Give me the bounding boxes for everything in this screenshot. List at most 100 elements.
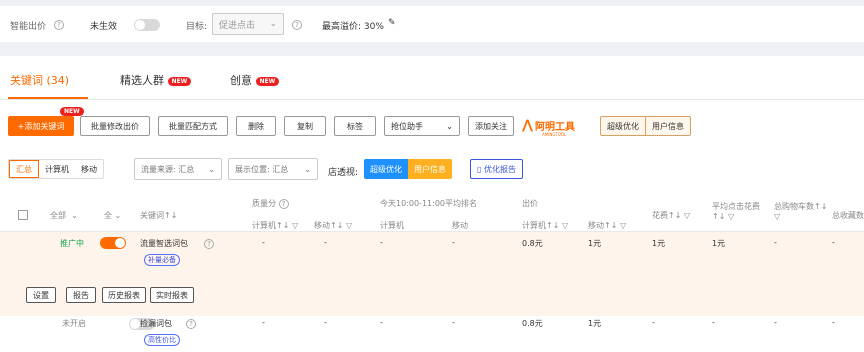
row-rank-mobile: - (452, 318, 455, 327)
row-settings-button[interactable]: 设置 (26, 287, 56, 303)
brand-mark-icon: ⋀ (522, 118, 533, 133)
row-history-report-button[interactable]: 历史报表 (102, 287, 146, 303)
tab-keywords[interactable]: 关键词 (34) (10, 72, 69, 88)
row-tag: 高性价比 (144, 334, 180, 346)
filter-all-label: 全部 (50, 211, 66, 220)
chevron-down-icon: ⌄ (208, 164, 215, 174)
target-label: 目标: (186, 22, 208, 32)
help-icon[interactable]: ? (54, 20, 64, 30)
brand-sub: AMINGTOOL (542, 132, 567, 137)
tag-button[interactable]: 标签 (334, 116, 376, 136)
segment-pc[interactable]: 计算机 (39, 160, 75, 178)
row-toggle[interactable] (100, 237, 126, 249)
help-icon[interactable]: ? (292, 20, 302, 30)
col-keyword[interactable]: 关键词↑↓ (140, 210, 177, 221)
traffic-source-label: 流量来源: 汇总 (141, 164, 195, 174)
tab-creative[interactable]: 创意 NEW (230, 72, 280, 88)
row-rank-pc: - (380, 318, 383, 327)
filter-all-select[interactable]: 全部 ⌄ (50, 210, 78, 221)
perspective-super-button[interactable]: 超级优化 (364, 159, 408, 179)
user-info-button[interactable]: 用户信息 (646, 117, 690, 135)
add-follow-button[interactable]: 添加关注 (468, 116, 514, 136)
col-rank: 今天10:00-11:00平均排名 (380, 199, 477, 208)
row-bid-pc[interactable]: 0.8元 (522, 238, 543, 249)
col-rank-pc: 计算机 (380, 221, 404, 230)
col-avg-cost-label: 平均点击花费 (712, 202, 760, 211)
col-cost[interactable]: 花费↑↓ ▽ (652, 210, 690, 221)
col-fav[interactable]: 总收藏数 (832, 210, 864, 221)
help-icon[interactable]: ? (204, 239, 214, 249)
segment-summary[interactable]: 汇总 (9, 160, 39, 178)
traffic-source-select[interactable]: 流量来源: 汇总 ⌄ (134, 158, 222, 180)
col-avg-cost-label2: ↑↓ (712, 212, 726, 221)
report-icon: ▯ (477, 164, 482, 174)
help-icon[interactable]: ? (278, 199, 289, 209)
batch-bid-button[interactable]: 批量修改出价 (80, 116, 150, 136)
tab-creative-label: 创意 (230, 74, 252, 87)
segment-mobile[interactable]: 移动 (75, 160, 103, 178)
filter-funnel-icon[interactable]: ▽ (684, 211, 690, 220)
add-keyword-button[interactable]: +添加关键词 (8, 116, 74, 136)
active-tab-underline (8, 97, 88, 99)
row-realtime-report-button[interactable]: 实时报表 (150, 287, 194, 303)
not-active-label: 未生效 (90, 22, 118, 32)
row-keyword[interactable]: 捡漏词包 (140, 318, 172, 329)
row-q-pc: - (262, 318, 265, 327)
col-cost-label: 花费↑↓ (652, 211, 682, 220)
delete-button[interactable]: 删除 (236, 116, 276, 136)
row-keyword[interactable]: 流量智选词包 (140, 238, 188, 249)
filter-funnel-icon[interactable]: ▽ (728, 212, 734, 221)
row-cart: - (774, 238, 777, 247)
col-quality-mobile-label: 移动↑↓ (314, 221, 344, 230)
campaign-settings-bar: 智能出价 ? 未生效 目标: 促进点击 ⌄ ? 最高溢价: 30% ✎ (0, 6, 864, 42)
col-quality-mobile[interactable]: 移动↑↓ ▽ (314, 220, 352, 231)
perspective-user-button[interactable]: 用户信息 (408, 159, 452, 179)
col-avg-cost[interactable]: 平均点击花费 ↑↓ ▽ (712, 201, 760, 221)
smart-bid-toggle[interactable] (134, 19, 160, 31)
col-bid-pc[interactable]: 计算机↑↓ ▽ (522, 220, 568, 231)
rank-helper-select[interactable]: 抢位助手 ⌄ (384, 116, 460, 136)
display-position-select[interactable]: 展示位置: 汇总 ⌄ (228, 158, 318, 180)
row-report-button[interactable]: 报告 (66, 287, 96, 303)
row-bid-mobile[interactable]: 1元 (588, 238, 601, 249)
brand-logo: ⋀ 阿明工具 AMINGTOOL (522, 118, 575, 137)
filter-all2-label: 全 (104, 211, 112, 220)
row-status: 推广中 (60, 239, 84, 248)
filter-all2-select[interactable]: 全 ⌄ (104, 210, 121, 221)
help-icon[interactable]: ? (186, 319, 196, 329)
row-bid-pc[interactable]: 0.8元 (522, 318, 543, 329)
col-quality-pc[interactable]: 计算机↑↓ ▽ (252, 220, 298, 231)
col-quality: 质量分 ? (252, 198, 289, 209)
col-cart-label: 总购物车数↑↓ (774, 202, 828, 211)
copy-button[interactable]: 复制 (284, 116, 326, 136)
max-premium-label: 最高溢价: 30% (322, 22, 384, 32)
row-avg-cost: 1元 (712, 239, 726, 248)
filter-funnel-icon[interactable]: ▽ (292, 221, 298, 230)
chevron-down-icon: ⌄ (269, 19, 277, 29)
col-bid-mobile[interactable]: 移动↑↓ ▽ (588, 220, 626, 231)
target-select-value: 促进点击 (219, 20, 256, 31)
batch-match-button[interactable]: 批量匹配方式 (158, 116, 228, 136)
row-rank-mobile: - (452, 238, 455, 247)
target-select[interactable]: 促进点击 ⌄ (212, 13, 284, 35)
col-cart[interactable]: 总购物车数↑↓ ▽ (774, 201, 827, 221)
smart-bid-label: 智能出价 (10, 22, 47, 32)
row-q-mobile: - (324, 238, 327, 247)
tab-audience-label: 精选人群 (120, 74, 164, 87)
optimize-report-button[interactable]: ▯ 优化报告 (470, 159, 523, 179)
row-avg-cost: - (712, 318, 715, 327)
chevron-down-icon: ⌄ (446, 121, 453, 131)
filter-funnel-icon[interactable]: ▽ (620, 221, 626, 230)
row-bid-mobile[interactable]: 1元 (588, 318, 601, 329)
filter-funnel-icon[interactable]: ▽ (346, 221, 352, 230)
filter-funnel-icon[interactable]: ▽ (774, 212, 780, 221)
row-cart: - (774, 318, 777, 327)
super-opt-button[interactable]: 超级优化 (601, 117, 646, 135)
filter-funnel-icon[interactable]: ▽ (562, 221, 568, 230)
row-q-mobile: - (324, 318, 327, 327)
row-status: 未开启 (62, 319, 86, 328)
edit-pencil-icon[interactable]: ✎ (388, 18, 396, 28)
select-all-checkbox[interactable] (18, 210, 28, 220)
optimize-report-label: 优化报告 (483, 164, 516, 174)
tab-audience[interactable]: 精选人群 NEW (120, 72, 192, 88)
